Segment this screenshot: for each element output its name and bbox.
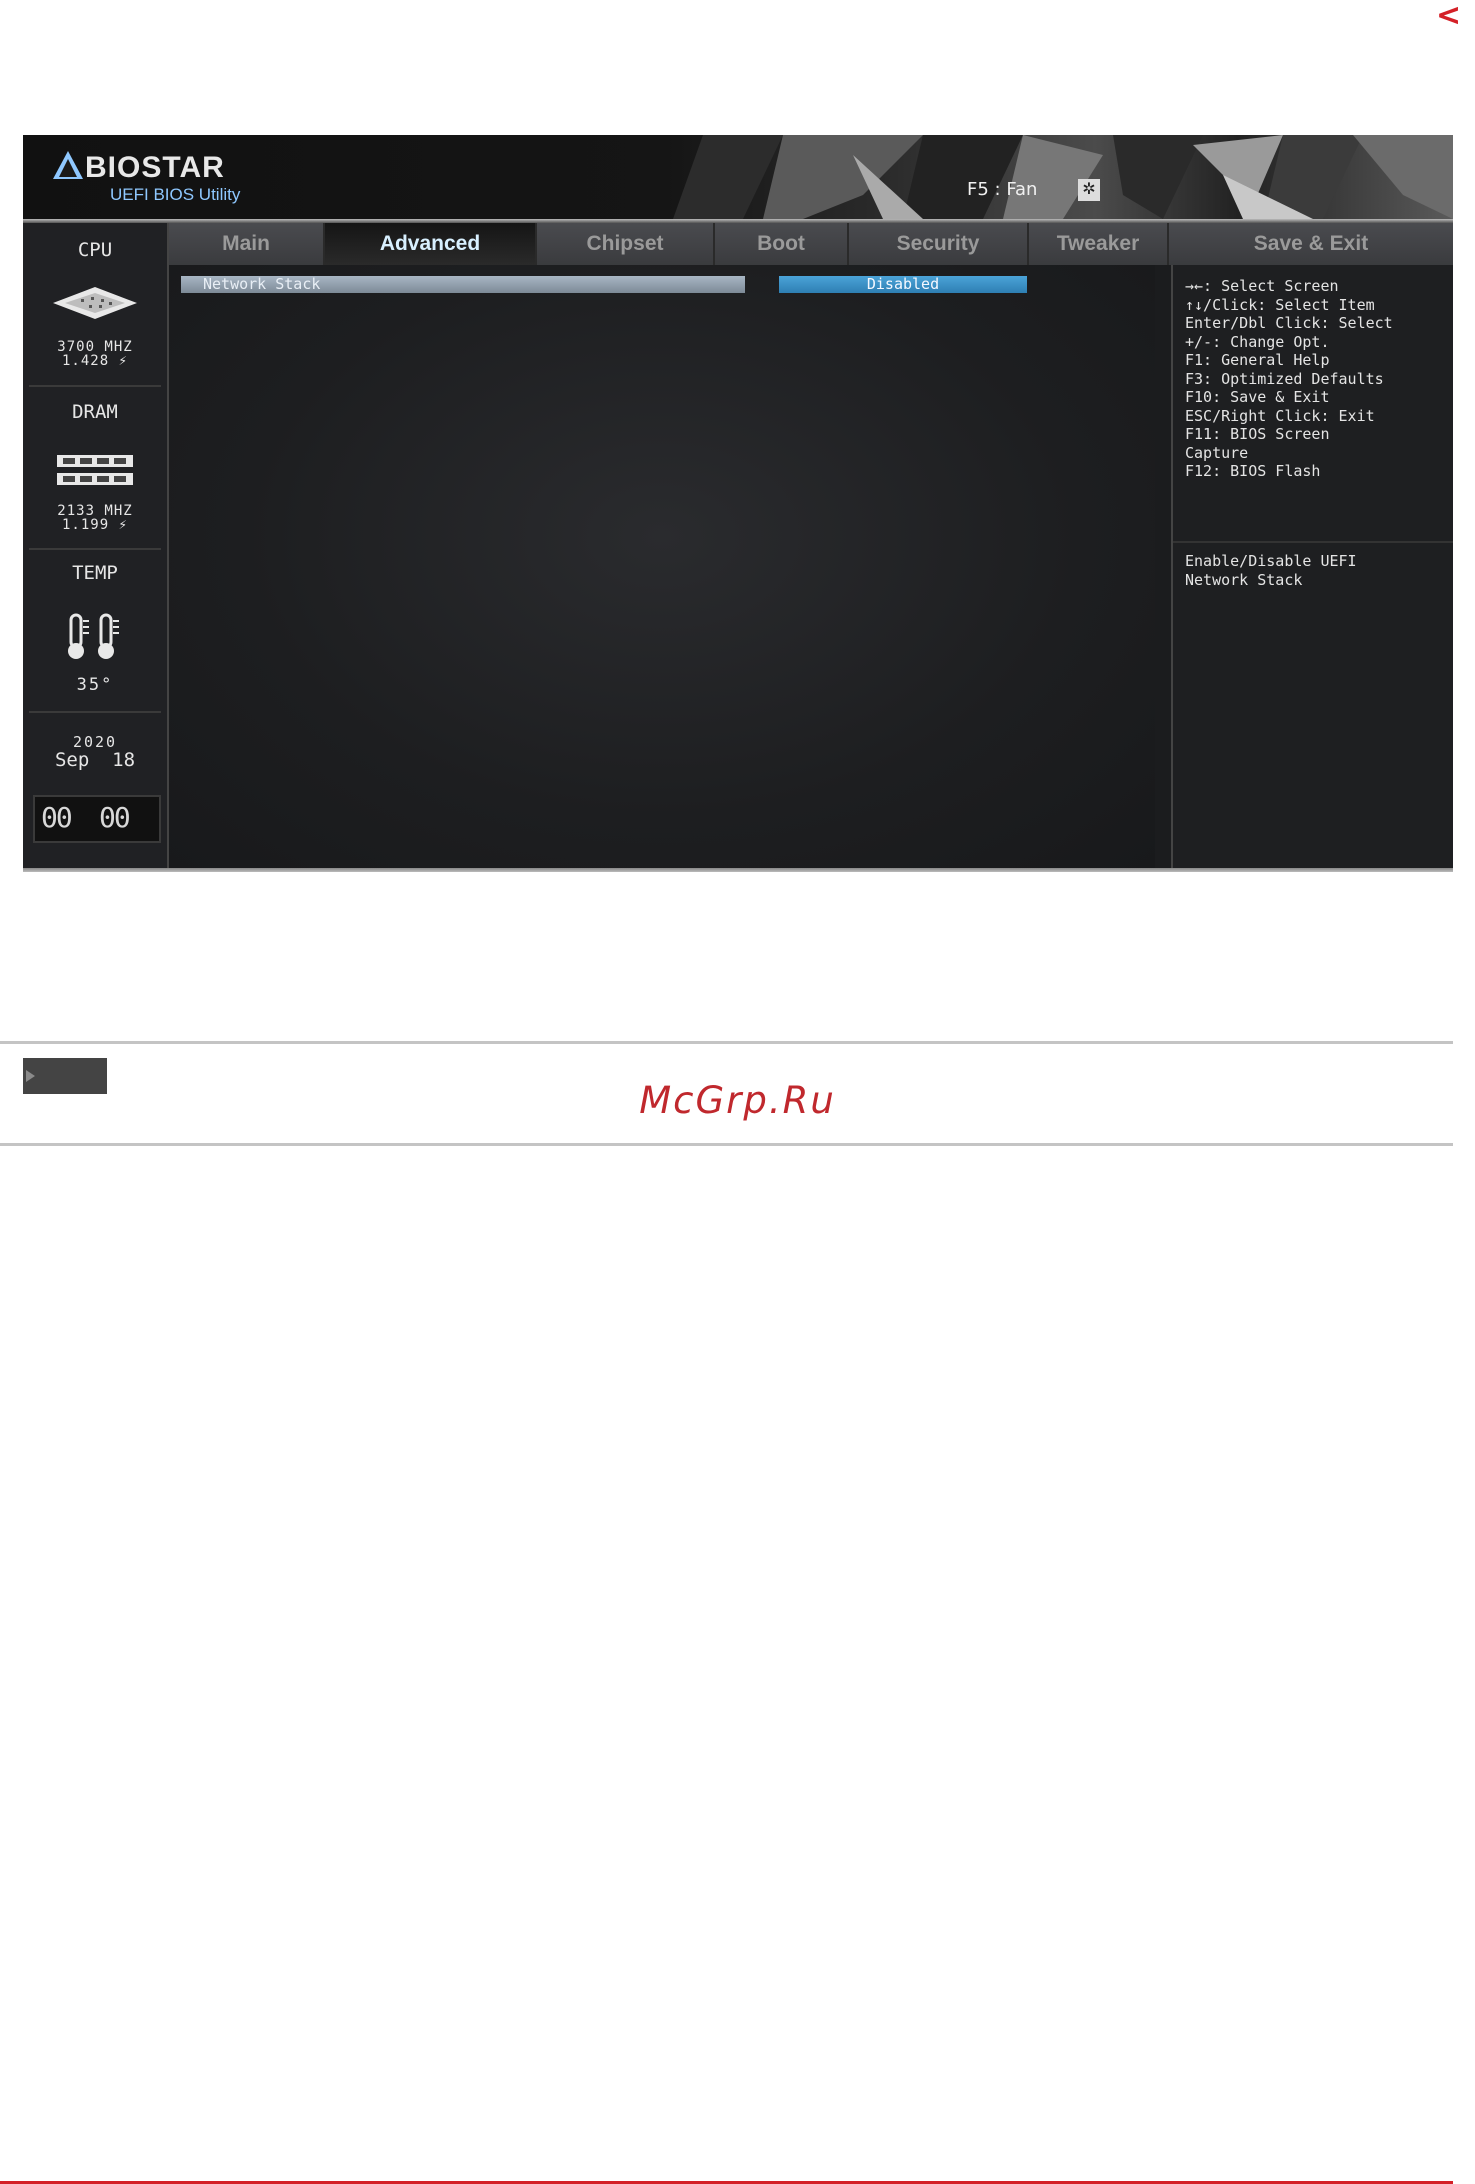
cpu-chip-icon	[53, 287, 137, 319]
brand-name: BIOSTAR	[85, 151, 225, 184]
tab-advanced[interactable]: Advanced	[325, 223, 537, 265]
help-panel: →←: Select Screen ↑↓/Click: Select Item …	[1171, 265, 1453, 868]
bios-subtitle: UEFI BIOS Utility	[110, 185, 241, 204]
tab-main[interactable]: Main	[169, 223, 325, 265]
bios-header: BIOSTAR UEFI BIOS Utility F5 : Fan ✲	[23, 135, 1453, 219]
dram-voltage: 1.199 ⚡	[61, 517, 128, 533]
back-arrow-icon[interactable]: <	[1436, 0, 1461, 33]
setting-network-stack-value[interactable]: Disabled	[779, 276, 1027, 293]
clock-hours: 00	[41, 801, 73, 834]
bios-screenshot: BIOSTAR UEFI BIOS Utility F5 : Fan ✲ CPU…	[23, 135, 1453, 872]
cpu-label: CPU	[77, 239, 113, 261]
tab-boot[interactable]: Boot	[715, 223, 849, 265]
sidebar-divider	[29, 548, 161, 550]
cpu-voltage: 1.428 ⚡	[61, 353, 128, 369]
thermometer-icon	[68, 613, 119, 659]
biostar-logo-icon	[53, 151, 83, 179]
header-shards-decoration	[673, 135, 1453, 219]
clock-display: 00 00	[33, 795, 161, 843]
dram-label: DRAM	[72, 401, 118, 423]
fan-hotkey-label[interactable]: F5 : Fan	[967, 179, 1037, 200]
key-help-list: →←: Select Screen ↑↓/Click: Select Item …	[1185, 277, 1393, 480]
tab-bar: Main Advanced Chipset Boot Security Twea…	[169, 223, 1453, 265]
setting-network-stack-label[interactable]: Network Stack	[181, 276, 745, 293]
tab-security[interactable]: Security	[849, 223, 1029, 265]
tab-save-exit[interactable]: Save & Exit	[1169, 223, 1453, 265]
watermark-text: McGrp.Ru	[639, 1079, 836, 1122]
sidebar-divider	[29, 385, 161, 387]
tab-chipset[interactable]: Chipset	[537, 223, 715, 265]
footer-bottom-rule	[0, 1143, 1453, 1146]
help-divider	[1173, 541, 1453, 543]
dram-module-icon	[57, 455, 133, 485]
temp-label: TEMP	[72, 562, 118, 584]
tab-tweaker[interactable]: Tweaker	[1029, 223, 1169, 265]
date-month-day: Sep 18	[54, 749, 136, 771]
temp-value: 35°	[76, 675, 114, 695]
settings-panel: Network Stack Disabled	[169, 265, 1155, 868]
item-description: Enable/Disable UEFI Network Stack	[1185, 552, 1357, 589]
status-sidebar: CPU 3700 MHZ 1.428 ⚡ DRAM 2133 MHZ 1.199…	[23, 223, 169, 868]
clock-minutes: 00	[99, 801, 131, 834]
sidebar-divider	[29, 711, 161, 713]
bios-bottom-border	[23, 868, 1453, 872]
footer-top-rule	[0, 1041, 1453, 1044]
fan-icon[interactable]: ✲	[1078, 179, 1100, 201]
